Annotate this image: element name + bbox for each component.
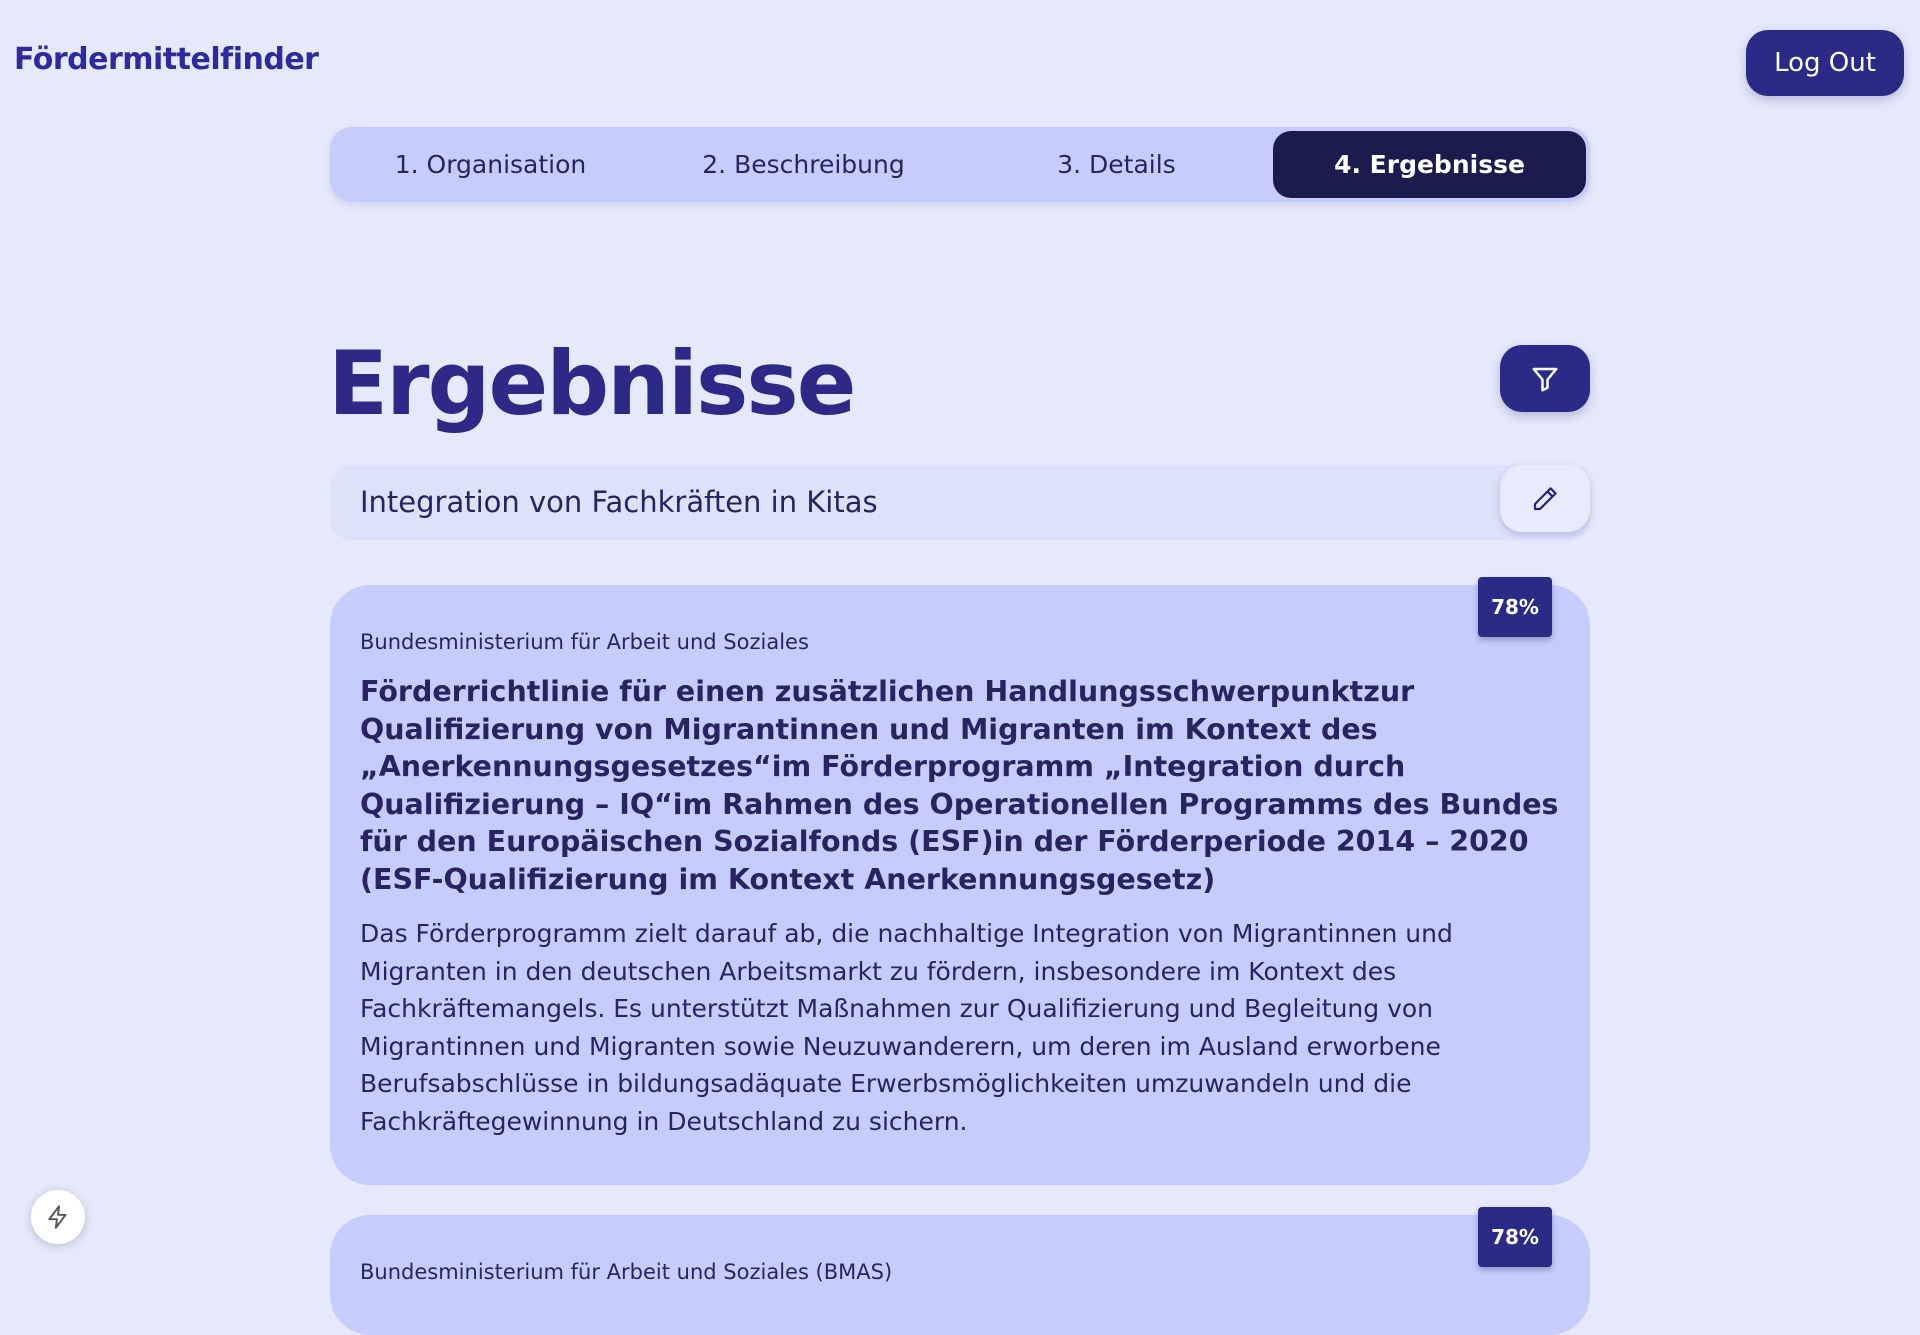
result-card[interactable]: 78% Bundesministerium für Arbeit und Soz… bbox=[330, 577, 1590, 1185]
step-navigation: 1. Organisation 2. Beschreibung 3. Detai… bbox=[330, 127, 1590, 202]
match-score-badge: 78% bbox=[1478, 1207, 1552, 1267]
filter-icon bbox=[1532, 367, 1558, 391]
result-ministry: Bundesministerium für Arbeit und Soziale… bbox=[360, 630, 809, 654]
step-beschreibung[interactable]: 2. Beschreibung bbox=[647, 131, 960, 198]
match-score-badge: 78% bbox=[1478, 577, 1552, 637]
result-card[interactable]: 78% Bundesministerium für Arbeit und Soz… bbox=[330, 1207, 1590, 1335]
pencil-icon bbox=[1533, 486, 1557, 510]
result-ministry: Bundesministerium für Arbeit und Soziale… bbox=[360, 1260, 893, 1284]
result-description: Das Förderprogramm zielt darauf ab, die … bbox=[360, 919, 1453, 1136]
step-ergebnisse[interactable]: 4. Ergebnisse bbox=[1273, 131, 1586, 198]
step-details[interactable]: 3. Details bbox=[960, 131, 1273, 198]
search-query-bar: Integration von Fachkräften in Kitas bbox=[330, 465, 1590, 540]
filter-button[interactable] bbox=[1500, 345, 1590, 412]
quick-action-button[interactable] bbox=[31, 1190, 85, 1244]
result-title[interactable]: Förderrichtlinie für einen zusätzlichen … bbox=[360, 673, 1560, 898]
edit-query-button[interactable] bbox=[1500, 465, 1590, 532]
page-title: Ergebnisse bbox=[328, 332, 856, 435]
lightning-icon bbox=[48, 1205, 67, 1229]
search-query-text: Integration von Fachkräften in Kitas bbox=[360, 485, 878, 519]
logout-button[interactable]: Log Out bbox=[1746, 30, 1904, 96]
app-logo[interactable]: Fördermittelfinder bbox=[14, 42, 319, 77]
step-organisation[interactable]: 1. Organisation bbox=[334, 131, 647, 198]
